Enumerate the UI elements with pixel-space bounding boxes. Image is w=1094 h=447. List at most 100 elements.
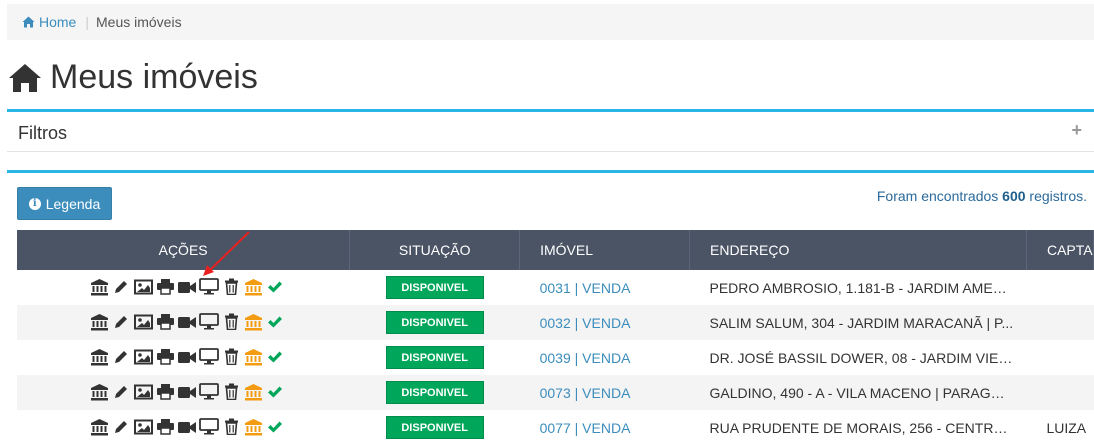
- column-header-situacao[interactable]: SITUAÇÃO: [349, 230, 521, 270]
- trash-icon[interactable]: [221, 382, 241, 402]
- trash-icon[interactable]: [221, 417, 241, 437]
- table-header-row: AÇÕES SITUAÇÃO IMÓVEL ENDEREÇO CAPTA: [17, 230, 1094, 270]
- status-cell: DISPONIVEL: [350, 270, 520, 305]
- column-header-endereco[interactable]: ENDEREÇO: [689, 230, 1027, 270]
- pencil-icon[interactable]: [111, 347, 131, 367]
- table-row[interactable]: DISPONIVEL 0077 | VENDA RUA PRUDENTE DE …: [17, 410, 1094, 445]
- properties-table: AÇÕES SITUAÇÃO IMÓVEL ENDEREÇO CAPTA DIS…: [17, 230, 1094, 445]
- monitor-icon[interactable]: [199, 347, 220, 367]
- column-header-captador[interactable]: CAPTA: [1026, 230, 1094, 270]
- pencil-icon[interactable]: [111, 312, 131, 332]
- imovel-link[interactable]: 0039 | VENDA: [540, 350, 631, 366]
- print-icon[interactable]: [155, 382, 175, 402]
- breadcrumb: Home | Meus imóveis: [7, 4, 1094, 40]
- filters-title[interactable]: Filtros: [18, 123, 67, 144]
- bank-orange-icon[interactable]: [243, 347, 263, 367]
- bank-icon[interactable]: [89, 347, 109, 367]
- status-badge: DISPONIVEL: [385, 276, 484, 299]
- video-camera-icon[interactable]: [177, 382, 197, 402]
- row-actions: [89, 277, 285, 297]
- actions-cell: [17, 270, 350, 305]
- results-count: Foram encontrados 600 registros.: [877, 188, 1087, 204]
- image-icon[interactable]: [133, 312, 153, 332]
- breadcrumb-home-label[interactable]: Home: [39, 14, 76, 30]
- column-header-imovel[interactable]: IMÓVEL: [519, 230, 690, 270]
- print-icon[interactable]: [155, 312, 175, 332]
- pencil-icon[interactable]: [111, 277, 131, 297]
- page-title: Meus imóveis: [8, 58, 258, 97]
- breadcrumb-home-link[interactable]: Home: [22, 14, 76, 30]
- address-text: RUA PRUDENTE DE MORAIS, 256 - CENTRO | .…: [709, 419, 1015, 436]
- imovel-cell: 0032 | VENDA: [520, 305, 690, 340]
- trash-icon[interactable]: [221, 277, 241, 297]
- bank-orange-icon[interactable]: [243, 277, 263, 297]
- address-text: DR. JOSÉ BASSIL DOWER, 08 - JARDIM VIENA…: [709, 349, 1015, 366]
- monitor-icon[interactable]: [199, 277, 220, 297]
- captador-cell: [1026, 305, 1093, 340]
- image-icon[interactable]: [133, 417, 153, 437]
- status-cell: DISPONIVEL: [350, 375, 520, 410]
- video-camera-icon[interactable]: [177, 312, 197, 332]
- trash-icon[interactable]: [221, 312, 241, 332]
- video-camera-icon[interactable]: [177, 417, 197, 437]
- status-badge: DISPONIVEL: [385, 346, 484, 369]
- bank-orange-icon[interactable]: [243, 312, 263, 332]
- monitor-icon[interactable]: [199, 417, 220, 437]
- captador-cell: [1026, 340, 1093, 375]
- bank-icon[interactable]: [89, 382, 109, 402]
- table-row[interactable]: DISPONIVEL 0039 | VENDA DR. JOSÉ BASSIL …: [17, 340, 1094, 375]
- imovel-link[interactable]: 0077 | VENDA: [540, 420, 631, 436]
- monitor-icon[interactable]: [199, 312, 220, 332]
- bank-icon[interactable]: [89, 277, 109, 297]
- video-camera-icon[interactable]: [177, 277, 197, 297]
- page-title-text: Meus imóveis: [50, 58, 258, 96]
- table-row[interactable]: DISPONIVEL 0031 | VENDA PEDRO AMBROSIO, …: [17, 270, 1094, 305]
- imovel-cell: 0031 | VENDA: [520, 270, 690, 305]
- print-icon[interactable]: [155, 417, 175, 437]
- filters-panel: Filtros +: [7, 109, 1094, 152]
- monitor-icon[interactable]: [199, 382, 220, 402]
- bank-icon[interactable]: [89, 417, 109, 437]
- check-icon[interactable]: [265, 417, 285, 437]
- video-camera-icon[interactable]: [177, 347, 197, 367]
- imovel-link[interactable]: 0073 | VENDA: [540, 385, 631, 401]
- status-cell: DISPONIVEL: [350, 305, 520, 340]
- column-header-acoes: AÇÕES: [17, 230, 351, 270]
- captador-cell: [1026, 375, 1093, 410]
- check-icon[interactable]: [265, 382, 285, 402]
- row-actions: [89, 312, 285, 332]
- print-icon[interactable]: [155, 347, 175, 367]
- check-icon[interactable]: [265, 347, 285, 367]
- legend-button-label[interactable]: Legenda: [46, 196, 101, 212]
- row-actions: [89, 417, 285, 437]
- expand-filters-button[interactable]: +: [1071, 120, 1082, 141]
- breadcrumb-current: Meus imóveis: [96, 14, 182, 30]
- imovel-cell: 0039 | VENDA: [520, 340, 690, 375]
- pencil-icon[interactable]: [111, 382, 131, 402]
- bank-icon[interactable]: [89, 312, 109, 332]
- image-icon[interactable]: [133, 382, 153, 402]
- legend-button[interactable]: i Legenda: [17, 187, 112, 220]
- address-cell: DR. JOSÉ BASSIL DOWER, 08 - JARDIM VIENA…: [690, 340, 1027, 375]
- status-cell: DISPONIVEL: [350, 340, 520, 375]
- address-text: SALIM SALUM, 304 - JARDIM MARACANÃ | P..…: [709, 314, 1014, 331]
- imovel-link[interactable]: 0032 | VENDA: [540, 315, 631, 331]
- check-icon[interactable]: [265, 277, 285, 297]
- bank-orange-icon[interactable]: [243, 382, 263, 402]
- print-icon[interactable]: [155, 277, 175, 297]
- annotation-arrow: [203, 231, 250, 276]
- status-badge: DISPONIVEL: [385, 416, 484, 439]
- pencil-icon[interactable]: [111, 417, 131, 437]
- imovel-link[interactable]: 0031 | VENDA: [540, 280, 631, 296]
- address-cell: GALDINO, 490 - A - VILA MACENO | PARAGUA…: [690, 375, 1027, 410]
- image-icon[interactable]: [133, 347, 153, 367]
- check-icon[interactable]: [265, 312, 285, 332]
- bank-orange-icon[interactable]: [243, 417, 263, 437]
- imovel-cell: 0073 | VENDA: [520, 375, 690, 410]
- trash-icon[interactable]: [221, 347, 241, 367]
- breadcrumb-separator: |: [85, 14, 89, 30]
- home-icon: [22, 16, 35, 28]
- table-row[interactable]: DISPONIVEL 0032 | VENDA SALIM SALUM, 304…: [17, 305, 1094, 340]
- table-row[interactable]: DISPONIVEL 0073 | VENDA GALDINO, 490 - A…: [17, 375, 1094, 410]
- image-icon[interactable]: [133, 277, 153, 297]
